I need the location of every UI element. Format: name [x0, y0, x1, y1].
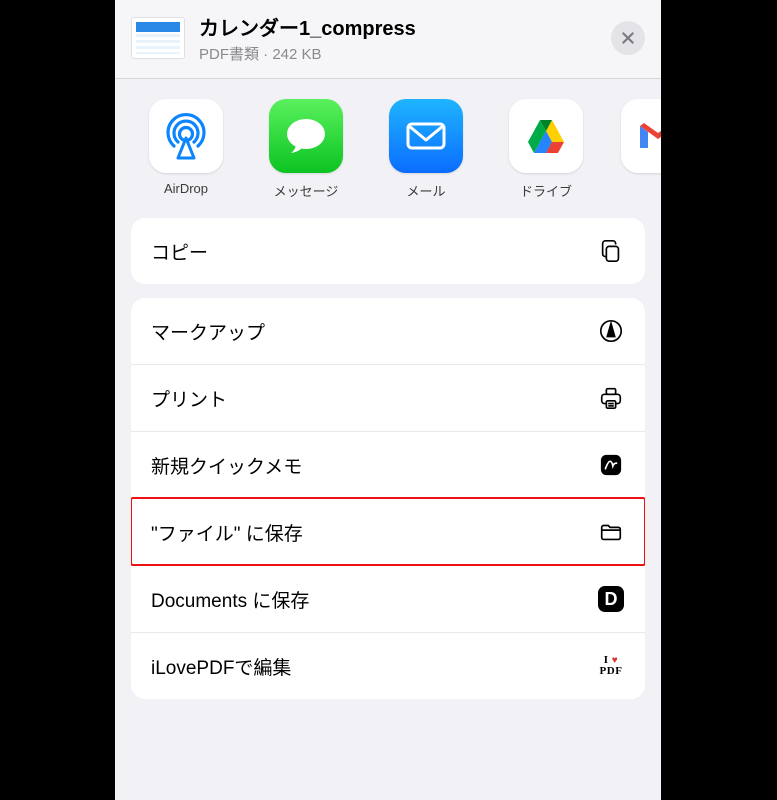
- gmail-icon: [621, 99, 661, 173]
- folder-icon: [597, 518, 625, 546]
- action-quick-note[interactable]: 新規クイックメモ: [131, 431, 645, 498]
- documents-app-icon: D: [597, 585, 625, 613]
- action-print[interactable]: プリント: [131, 364, 645, 431]
- google-drive-icon: [509, 99, 583, 173]
- print-icon: [597, 384, 625, 412]
- mail-icon: [389, 99, 463, 173]
- copy-icon: [597, 237, 625, 265]
- close-icon: [620, 30, 636, 46]
- action-save-to-documents[interactable]: Documents に保存 D: [131, 565, 645, 632]
- share-app-row[interactable]: AirDrop メッセージ メール: [115, 79, 661, 218]
- share-app-label: メール: [406, 181, 445, 200]
- share-app-mail[interactable]: メール: [381, 99, 471, 200]
- share-app-more[interactable]: [621, 99, 641, 200]
- action-label: iLovePDFで編集: [151, 653, 291, 680]
- share-app-label: AirDrop: [164, 181, 208, 196]
- share-app-label: ドライブ: [520, 181, 572, 200]
- share-app-label: メッセージ: [274, 181, 339, 200]
- action-label: "ファイル" に保存: [151, 519, 303, 546]
- action-save-to-files[interactable]: "ファイル" に保存: [131, 498, 645, 565]
- share-app-messages[interactable]: メッセージ: [261, 99, 351, 200]
- airdrop-icon: [149, 99, 223, 173]
- file-title-block: カレンダー1_compress PDF書類 · 242 KB: [199, 12, 611, 64]
- file-subtitle: PDF書類 · 242 KB: [199, 43, 611, 64]
- close-button[interactable]: [611, 21, 645, 55]
- share-sheet: カレンダー1_compress PDF書類 · 242 KB Air: [115, 0, 661, 800]
- action-group-copy: コピー: [131, 218, 645, 284]
- file-title: カレンダー1_compress: [199, 12, 611, 41]
- quick-note-icon: [597, 451, 625, 479]
- markup-icon: [597, 317, 625, 345]
- messages-icon: [269, 99, 343, 173]
- action-label: プリント: [151, 385, 227, 412]
- ilovepdf-icon: I ♥PDF: [597, 652, 625, 680]
- share-app-airdrop[interactable]: AirDrop: [141, 99, 231, 200]
- action-copy[interactable]: コピー: [131, 218, 645, 284]
- action-label: Documents に保存: [151, 586, 309, 613]
- action-ilovepdf[interactable]: iLovePDFで編集 I ♥PDF: [131, 632, 645, 699]
- action-label: マークアップ: [151, 318, 265, 345]
- file-thumbnail: [131, 17, 185, 59]
- share-header: カレンダー1_compress PDF書類 · 242 KB: [115, 0, 661, 79]
- action-group-main: マークアップ プリント: [131, 298, 645, 699]
- share-app-drive[interactable]: ドライブ: [501, 99, 591, 200]
- action-label: 新規クイックメモ: [151, 452, 302, 479]
- action-label: コピー: [151, 238, 208, 265]
- action-markup[interactable]: マークアップ: [131, 298, 645, 364]
- action-list: コピー マークアップ プリ: [115, 218, 661, 709]
